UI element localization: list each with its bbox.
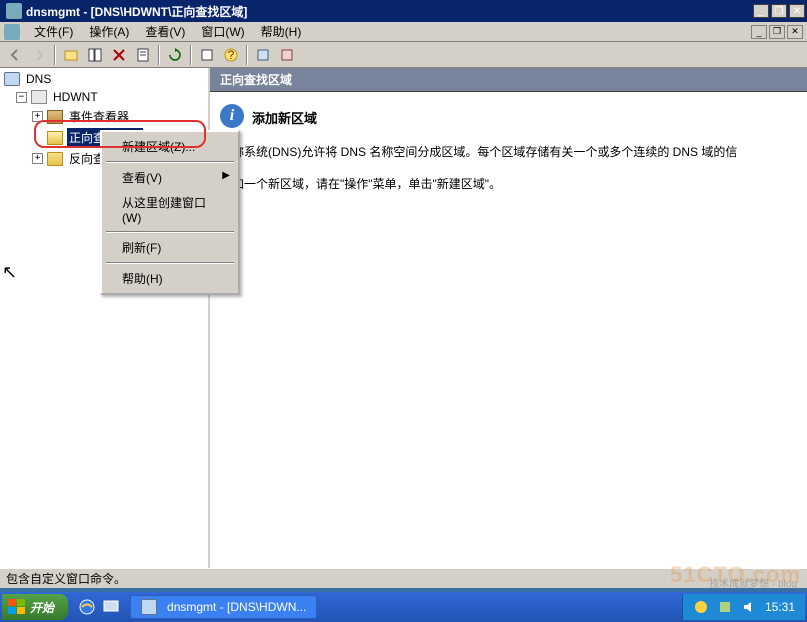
windows-flag-icon (8, 599, 26, 615)
menu-help[interactable]: 帮助(H) (253, 21, 310, 42)
content-title: 添加新区域 (252, 108, 317, 127)
tree-label: DNS (24, 71, 53, 87)
ctx-separator (106, 231, 234, 233)
eventviewer-icon (47, 110, 63, 124)
system-tray: 15:31 (682, 594, 805, 620)
tree-eventviewer[interactable]: + 事件查看器 (2, 106, 206, 127)
app-icon (6, 3, 22, 19)
ctx-view-label: 查看(V) (122, 171, 162, 185)
help-button[interactable]: ? (220, 44, 242, 66)
back-button[interactable] (4, 44, 26, 66)
tray-clock[interactable]: 15:31 (765, 600, 795, 614)
tray-icon-2[interactable] (717, 599, 733, 615)
status-text: 包含自定义窗口命令。 (6, 570, 126, 587)
quick-launch (78, 598, 120, 616)
menu-window[interactable]: 窗口(W) (193, 21, 252, 42)
ctx-help[interactable]: 帮助(H) (104, 266, 236, 291)
taskbar: 开始 dnsmgmt - [DNS\HDWN... 15:31 (0, 592, 807, 622)
context-menu: 新建区域(Z)... 查看(V) ▶ 从这里创建窗口(W) 刷新(F) 帮助(H… (100, 130, 240, 295)
export-button[interactable] (196, 44, 218, 66)
folder-icon (47, 152, 63, 166)
ie-icon[interactable] (78, 598, 96, 616)
desktop-icon[interactable] (102, 598, 120, 616)
info-icon: i (220, 104, 244, 128)
close-button[interactable]: ✕ (789, 4, 805, 18)
mdi-close-button[interactable]: ✕ (787, 25, 803, 39)
ctx-new-zone[interactable]: 新建区域(Z)... (104, 134, 236, 159)
dns-icon (4, 72, 20, 86)
taskbar-task-dnsmgmt[interactable]: dnsmgmt - [DNS\HDWN... (130, 595, 317, 619)
task-icon (141, 599, 157, 615)
ctx-separator (106, 262, 234, 264)
tree-label: 事件查看器 (67, 107, 131, 126)
toolbar-separator (190, 45, 192, 65)
content-header: 正向查找区域 (210, 68, 807, 92)
menu-file[interactable]: 文件(F) (26, 21, 81, 42)
toolbar-separator (158, 45, 160, 65)
svg-text:?: ? (228, 48, 235, 62)
collapse-icon[interactable]: − (16, 92, 27, 103)
refresh-button[interactable] (164, 44, 186, 66)
server-icon (31, 90, 47, 104)
ctx-separator (106, 161, 234, 163)
content-desc-2: 添加一个新区域，请在"操作"菜单，单击"新建区域"。 (220, 174, 797, 196)
expand-icon[interactable]: + (32, 111, 43, 122)
task-label: dnsmgmt - [DNS\HDWN... (167, 600, 306, 614)
content-desc-1: 名称系统(DNS)允许将 DNS 名称空间分成区域。每个区域存储有关一个或多个连… (220, 142, 797, 164)
menu-bar: 文件(F) 操作(A) 查看(V) 窗口(W) 帮助(H) _ ❐ ✕ (0, 22, 807, 42)
properties-button[interactable] (132, 44, 154, 66)
extra-button-1[interactable] (252, 44, 274, 66)
folder-open-icon (47, 131, 63, 145)
submenu-arrow-icon: ▶ (222, 170, 230, 181)
up-button[interactable] (60, 44, 82, 66)
ctx-view[interactable]: 查看(V) ▶ (104, 165, 236, 190)
tray-volume-icon[interactable] (741, 599, 757, 615)
show-hide-tree-button[interactable] (84, 44, 106, 66)
mdi-minimize-button[interactable]: _ (751, 25, 767, 39)
window-title: dnsmgmt - [DNS\HDWNT\正向查找区域] (26, 3, 753, 20)
title-bar: dnsmgmt - [DNS\HDWNT\正向查找区域] _ ❐ ✕ (0, 0, 807, 22)
mdi-icon (4, 24, 20, 40)
minimize-button[interactable]: _ (753, 4, 769, 18)
toolbar-separator (54, 45, 56, 65)
ctx-new-window[interactable]: 从这里创建窗口(W) (104, 190, 236, 229)
start-button[interactable]: 开始 (2, 594, 68, 620)
tree-server[interactable]: − HDWNT (2, 88, 206, 106)
restore-button[interactable]: ❐ (771, 4, 787, 18)
menu-action[interactable]: 操作(A) (81, 21, 137, 42)
tree-label: HDWNT (51, 89, 100, 105)
tree-root-dns[interactable]: DNS (2, 70, 206, 88)
delete-button[interactable] (108, 44, 130, 66)
extra-button-2[interactable] (276, 44, 298, 66)
start-label: 开始 (30, 599, 54, 616)
tray-icon-1[interactable] (693, 599, 709, 615)
content-panel: 正向查找区域 i 添加新区域 名称系统(DNS)允许将 DNS 名称空间分成区域… (210, 68, 807, 568)
status-bar: 包含自定义窗口命令。 (0, 568, 807, 588)
menu-view[interactable]: 查看(V) (137, 21, 193, 42)
mdi-restore-button[interactable]: ❐ (769, 25, 785, 39)
expand-icon[interactable]: + (32, 153, 43, 164)
ctx-refresh[interactable]: 刷新(F) (104, 235, 236, 260)
toolbar-separator (246, 45, 248, 65)
toolbar: ? (0, 42, 807, 68)
content-body: i 添加新区域 名称系统(DNS)允许将 DNS 名称空间分成区域。每个区域存储… (210, 92, 807, 207)
forward-button[interactable] (28, 44, 50, 66)
